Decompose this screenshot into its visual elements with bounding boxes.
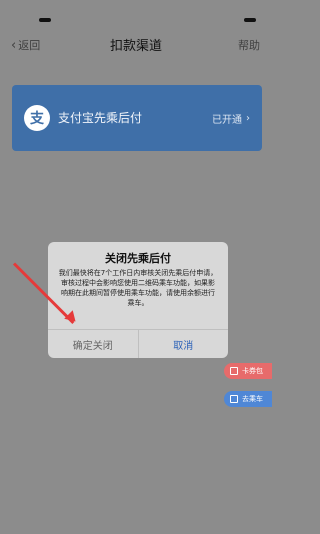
status-bar-left-indicator xyxy=(39,18,51,22)
cancel-button[interactable]: 取消 xyxy=(139,330,229,358)
close-dialog: 关闭先乘后付 我们最快将在7个工作日内审核关闭先乘后付申请，审核过程中会影响您使… xyxy=(48,242,228,358)
navigation-bar: ‹ 返回 扣款渠道 帮助 xyxy=(0,30,272,60)
dialog-title: 关闭先乘后付 xyxy=(105,252,171,265)
payment-channel-name: 支付宝先乘后付 xyxy=(58,111,143,125)
dialog-button-row: 确定关闭 取消 xyxy=(48,329,228,358)
help-button[interactable]: 帮助 xyxy=(238,37,260,53)
status-bar xyxy=(0,0,272,30)
dialog-message: 我们最快将在7个工作日内审核关闭先乘后付申请，审核过程中会影响您使用二维码乘车功… xyxy=(58,269,218,307)
ticket-icon xyxy=(230,367,238,375)
confirm-close-button[interactable]: 确定关闭 xyxy=(48,330,139,358)
card-pack-label: 卡券包 xyxy=(242,367,263,375)
page-title: 扣款渠道 xyxy=(109,39,162,54)
payment-channel-status: 已开通 › xyxy=(212,111,250,126)
go-ride-button[interactable]: 去乘车 xyxy=(224,391,272,407)
card-pack-button[interactable]: 卡券包 xyxy=(224,363,272,379)
status-text: 已开通 xyxy=(212,115,242,126)
go-ride-label: 去乘车 xyxy=(242,395,263,403)
payment-channel-card[interactable]: 支 支付宝先乘后付 已开通 › xyxy=(12,85,262,151)
qr-code-icon xyxy=(230,395,238,403)
chevron-right-icon: › xyxy=(246,113,250,124)
alipay-logo-icon: 支 xyxy=(24,105,50,131)
status-bar-right-indicator xyxy=(244,18,256,22)
